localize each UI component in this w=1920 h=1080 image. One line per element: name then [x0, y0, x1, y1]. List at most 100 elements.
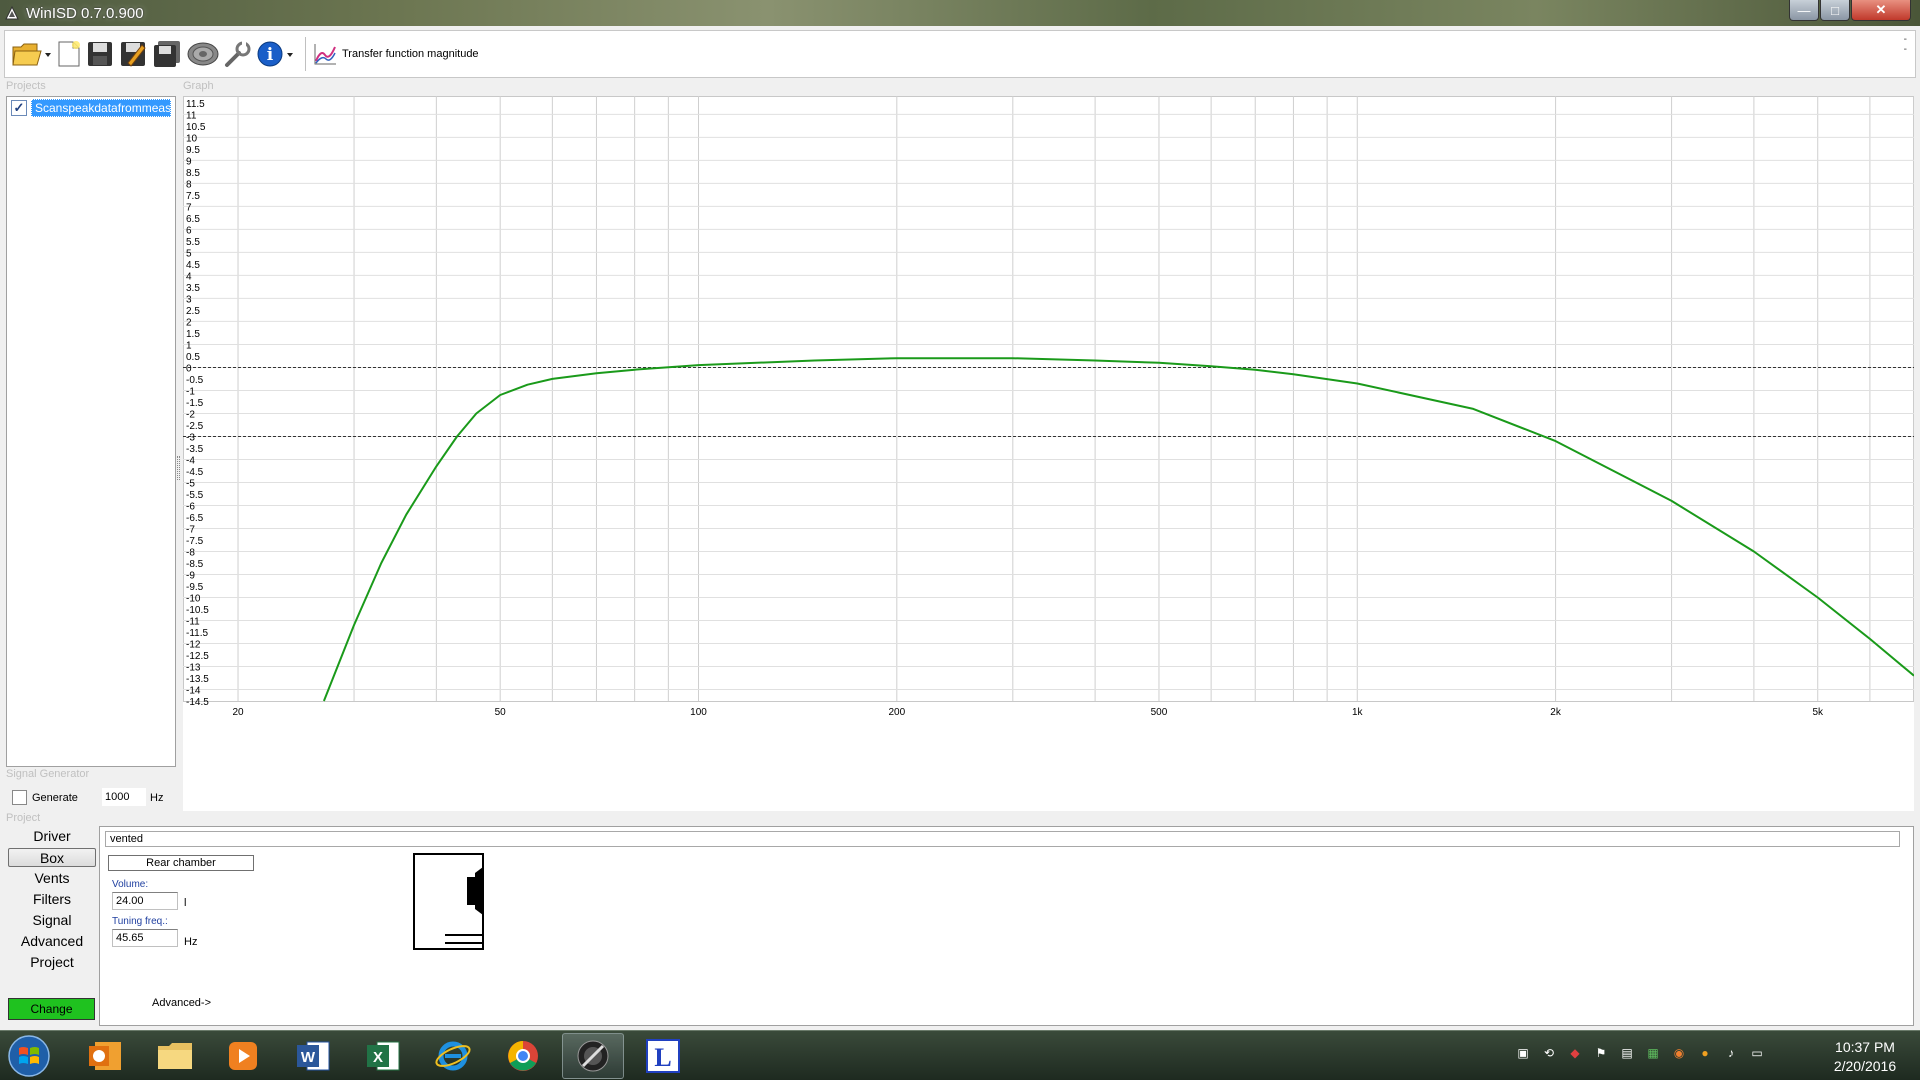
- close-button[interactable]: ✕: [1851, 0, 1911, 21]
- tray-network-icon[interactable]: ▣: [1515, 1045, 1531, 1061]
- info-icon: i: [257, 41, 293, 67]
- svg-text:X: X: [373, 1049, 383, 1066]
- y-tick-label: -2: [186, 409, 195, 420]
- y-tick-label: 8: [186, 179, 192, 190]
- toolbar: i Transfer function magnitude - -: [4, 30, 1916, 78]
- response-curves: [322, 357, 1914, 702]
- tray-pdf-icon[interactable]: ◆: [1567, 1045, 1583, 1061]
- y-tick-label: -3.5: [186, 444, 204, 455]
- rear-chamber-tab[interactable]: Rear chamber: [108, 855, 254, 871]
- word-icon: W: [297, 1041, 330, 1071]
- project-list-item[interactable]: ✓ Scanspeakdatafrommeas: [11, 99, 171, 117]
- tray-update-icon[interactable]: ●: [1697, 1045, 1713, 1061]
- y-tick-label: -5: [186, 478, 195, 489]
- tray-display-icon[interactable]: ▭: [1749, 1045, 1765, 1061]
- y-tick-label: 5: [186, 248, 192, 259]
- tray-monitor-icon[interactable]: ▤: [1619, 1045, 1635, 1061]
- toolbar-overflow-button[interactable]: - -: [1904, 35, 1907, 55]
- y-tick-label: -7.5: [186, 536, 204, 547]
- y-tick-label: 1: [186, 340, 192, 351]
- y-tick-label: -14.5: [186, 697, 209, 708]
- y-tick-label: -4.5: [186, 467, 204, 478]
- nav-vents[interactable]: Vents: [8, 869, 96, 888]
- change-button[interactable]: Change: [8, 998, 95, 1020]
- tray-sync-icon[interactable]: ⟲: [1541, 1045, 1557, 1061]
- maximize-button[interactable]: □: [1820, 0, 1850, 21]
- project-name[interactable]: Scanspeakdatafrommeas: [31, 99, 171, 117]
- nav-filters[interactable]: Filters: [8, 890, 96, 909]
- reference-lines: [183, 366, 1914, 437]
- project-visible-checkbox[interactable]: ✓: [11, 100, 27, 116]
- speaker-icon: [187, 42, 219, 66]
- taskbar-winisd[interactable]: [562, 1033, 624, 1079]
- minimize-button[interactable]: —: [1789, 0, 1819, 21]
- box-type-select[interactable]: vented: [105, 831, 1900, 847]
- taskbar-clock[interactable]: 10:37 PM 2/20/2016: [1820, 1038, 1910, 1076]
- taskbar-chrome[interactable]: [492, 1033, 554, 1079]
- y-tick-label: 2.5: [186, 306, 200, 317]
- taskbar-outlook[interactable]: [74, 1033, 136, 1079]
- box-settings-panel: vented Rear chamber Volume: 24.00 l Tuni…: [99, 826, 1914, 1026]
- title-bar[interactable]: WinISD 0.7.0.900 — □ ✕: [0, 0, 1920, 26]
- y-tick-label: 10: [186, 133, 198, 144]
- projects-list[interactable]: ✓ Scanspeakdatafrommeas: [6, 96, 176, 767]
- start-button[interactable]: [4, 1032, 54, 1080]
- signal-generator-row: Generate: [12, 790, 78, 805]
- volume-input[interactable]: 24.00: [112, 892, 178, 910]
- taskbar-word[interactable]: W: [282, 1033, 344, 1079]
- x-tick-label: 5k: [1812, 707, 1824, 718]
- box-advanced-button[interactable]: Advanced->: [152, 997, 211, 1009]
- y-tick-label: 6: [186, 225, 192, 236]
- driver-editor-button[interactable]: [186, 36, 220, 72]
- y-tick-label: 9: [186, 156, 192, 167]
- tuning-freq-input[interactable]: 45.65: [112, 929, 178, 947]
- save-button[interactable]: [85, 36, 115, 72]
- nav-project[interactable]: Project: [8, 953, 96, 972]
- tray-java-icon[interactable]: ◉: [1671, 1045, 1687, 1061]
- taskbar-explorer[interactable]: [144, 1033, 206, 1079]
- y-tick-label: -3: [186, 432, 195, 443]
- nav-advanced[interactable]: Advanced: [8, 932, 96, 951]
- graph-panel[interactable]: 11.5 11 10.5 10 9.5 9 8.5 8 7.5 7 6.5 6 5.5 5 4.5 4 3.5 3…: [183, 96, 1914, 811]
- panel-splitter[interactable]: [177, 456, 180, 480]
- y-tick-label: 1.5: [186, 329, 200, 340]
- nav-box[interactable]: Box: [8, 848, 96, 867]
- tray-flag-icon[interactable]: ⚑: [1593, 1045, 1609, 1061]
- explorer-folder-icon: [158, 1043, 192, 1069]
- y-tick-label: 11.5: [186, 99, 205, 110]
- y-tick-label: -12: [186, 639, 201, 650]
- signal-generator-section-label: Signal Generator: [6, 768, 90, 780]
- transfer-function-button[interactable]: Transfer function magnitude: [312, 36, 479, 72]
- chart-grid: [183, 96, 1914, 702]
- y-tick-label: -1.5: [186, 398, 204, 409]
- svg-text:W: W: [301, 1049, 316, 1066]
- svg-text:i: i: [267, 45, 274, 65]
- tray-app-icon[interactable]: ▦: [1645, 1045, 1661, 1061]
- signal-frequency-input[interactable]: 1000: [102, 788, 146, 806]
- y-tick-label: -4: [186, 455, 195, 466]
- taskbar-media-player[interactable]: [212, 1033, 274, 1079]
- tray-volume-icon[interactable]: ♪: [1723, 1045, 1739, 1061]
- y-tick-label: -7: [186, 524, 195, 535]
- media-player-icon: [229, 1042, 257, 1070]
- tools-button[interactable]: [223, 36, 253, 72]
- app-l-icon: L: [646, 1039, 680, 1073]
- generate-checkbox[interactable]: [12, 790, 27, 805]
- taskbar-internet-explorer[interactable]: [422, 1033, 484, 1079]
- new-button[interactable]: [56, 36, 82, 72]
- chart-icon: [314, 44, 336, 65]
- nav-signal[interactable]: Signal: [8, 911, 96, 930]
- nav-driver[interactable]: Driver: [8, 827, 96, 846]
- y-tick-label: 7.5: [186, 191, 200, 202]
- vented-box-diagram-icon: [413, 853, 484, 950]
- open-button[interactable]: [11, 36, 53, 72]
- y-tick-label: -11.5: [186, 628, 208, 639]
- transfer-function-chart[interactable]: 11.51110.5109.598.587.576.565.554.543.53…: [183, 96, 1914, 811]
- save-as-button[interactable]: [118, 36, 148, 72]
- info-button[interactable]: i: [256, 36, 296, 72]
- y-tick-label: 7: [186, 202, 192, 213]
- save-all-button[interactable]: [151, 36, 183, 72]
- taskbar-app-l[interactable]: L: [632, 1033, 694, 1079]
- taskbar-excel[interactable]: X: [352, 1033, 414, 1079]
- y-tick-label: -9.5: [186, 582, 204, 593]
